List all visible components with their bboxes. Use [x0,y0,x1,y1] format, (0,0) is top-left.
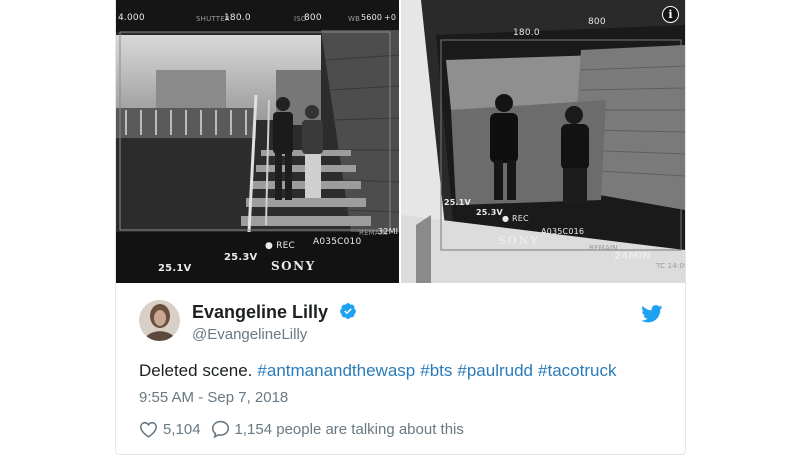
like-button[interactable]: 5,104 [139,421,201,438]
rec-indicator-right: ● REC [502,214,529,223]
wb-label: WB [348,15,361,23]
battery-left-readout: 25.1V [158,263,192,274]
heart-icon [139,421,158,438]
hashtag-link[interactable]: #paulrudd [457,361,533,380]
rec-label-right: REC [511,214,529,223]
remain-readout: 32MIN [378,227,399,236]
wb-readout: 5600 [361,13,383,22]
info-icon[interactable]: i [662,6,679,23]
photo-right[interactable]: 180.0 800 25.1V 25.3V ● REC A035C016 REM… [401,0,685,283]
sony-logo-right: SONY [498,234,540,247]
author-name: Evangeline Lilly [192,302,329,322]
battery-right-readout: 25.3V [224,252,258,263]
timecode-readout-right: TC 14:00 [656,262,685,270]
battery-right-readout-right: 25.3V [476,208,503,217]
avatar-image [139,300,180,341]
reply-button[interactable]: 1,154 people are talking about this [211,420,464,438]
tweet-text: Deleted scene. #antmanandthewasp #bts #paul… [139,361,616,381]
hashtag-link[interactable]: #antmanandthewasp [257,361,415,380]
wb-shift-readout: +0 [384,13,397,22]
tweet-card: 4.000 SHUTTER 180.0 ISO 800 WB 5600 +0 2… [115,0,686,455]
photo-left[interactable]: 4.000 SHUTTER 180.0 ISO 800 WB 5600 +0 2… [116,0,399,283]
iso-readout-right: 800 [588,17,606,27]
iso-readout: 800 [304,13,322,23]
reply-bubble-icon [211,420,229,438]
author-name-link[interactable]: Evangeline Lilly [192,302,357,323]
tweet-body: Deleted scene. [139,361,253,380]
replies-text: 1,154 people are talking about this [234,420,464,438]
verified-badge-icon [340,303,356,319]
tweet-actions: 5,104 1,154 people are talking about thi… [139,420,464,438]
shutter-readout-right: 180.0 [513,28,540,38]
hashtag-link[interactable]: #bts [420,361,452,380]
tweet-media[interactable]: 4.000 SHUTTER 180.0 ISO 800 WB 5600 +0 2… [116,0,685,283]
rec-indicator: ● REC [265,241,295,251]
clip-readout-right: A035C016 [541,227,585,236]
hashtag-link[interactable]: #tacotruck [538,361,616,380]
author-handle[interactable]: @EvangelineLilly [192,326,307,343]
like-count: 5,104 [163,420,201,438]
remain-readout-right: 24MIN [614,251,651,262]
clip-readout: A035C010 [313,237,362,247]
shutter-readout: 180.0 [224,13,251,23]
twitter-bird-icon[interactable] [641,305,663,323]
tweet-timestamp[interactable]: 9:55 AM - Sep 7, 2018 [139,389,288,406]
battery-left-readout-right: 25.1V [444,198,471,207]
rec-label: REC [276,241,295,251]
avatar[interactable] [139,300,180,341]
sony-logo: SONY [271,259,316,273]
photo-right-image [401,0,685,283]
aperture-readout: 4.000 [118,13,145,23]
